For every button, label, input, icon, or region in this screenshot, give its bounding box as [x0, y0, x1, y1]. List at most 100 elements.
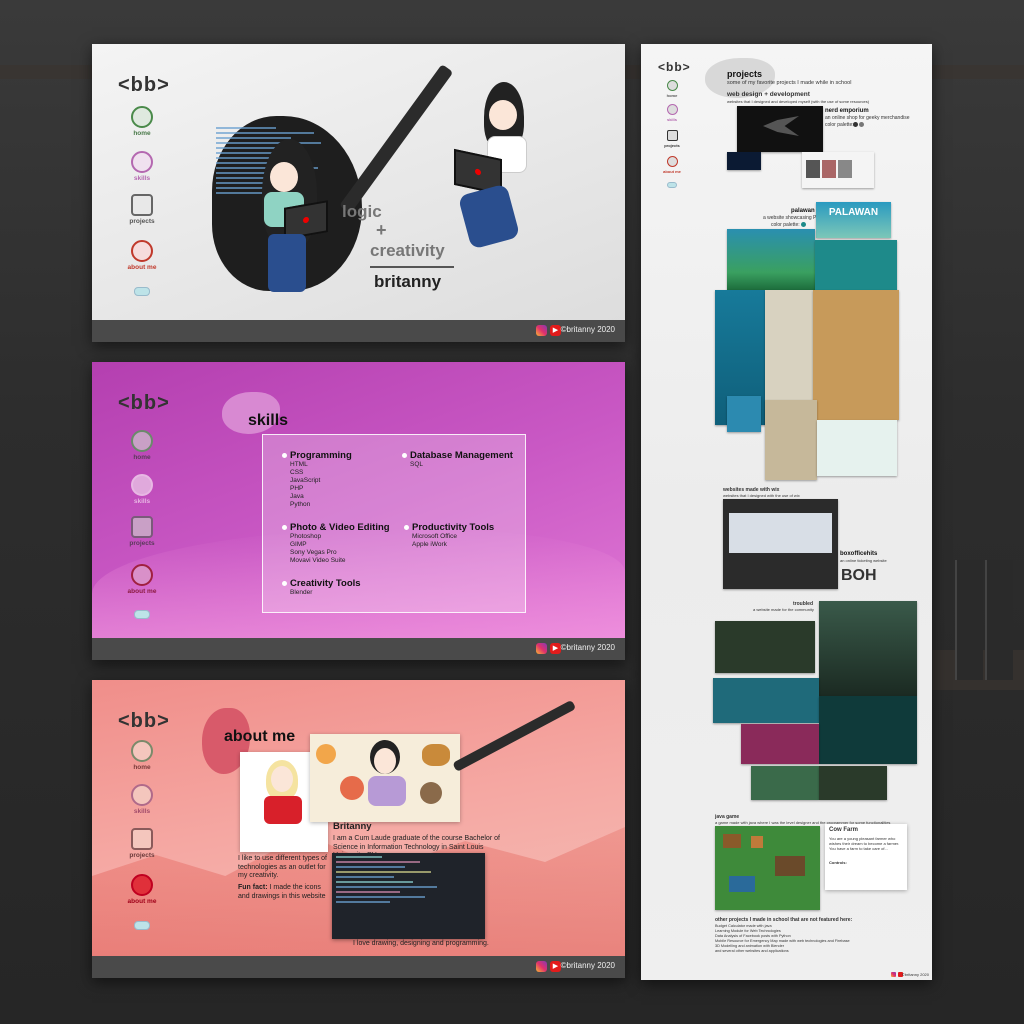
- nav-home[interactable]: home: [122, 430, 162, 461]
- doodle-girl-face: [374, 748, 396, 774]
- palawan-banner: PALAWAN: [816, 202, 891, 238]
- nav-projects[interactable]: projects: [122, 516, 162, 547]
- nav-skills-label: skills: [666, 117, 677, 122]
- fun-fact: Fun fact: I made the icons and drawings …: [238, 884, 330, 901]
- theme-toggle[interactable]: [134, 921, 150, 930]
- troubled-screenshot-6: [819, 766, 887, 800]
- nav-home[interactable]: home: [122, 106, 162, 137]
- skill-category-database: Database Management SQL: [402, 450, 513, 469]
- nav-about-label: about me: [127, 898, 157, 905]
- about-title: about me: [224, 728, 296, 745]
- nav-about[interactable]: about me: [122, 564, 162, 595]
- skills-title: skills: [248, 412, 289, 429]
- nav-home[interactable]: home: [661, 80, 683, 98]
- nav-about[interactable]: about me: [122, 240, 162, 271]
- youtube-icon[interactable]: ▶: [550, 643, 561, 654]
- nav-home-label: home: [133, 454, 151, 461]
- about-screen: <bb> home skills projects about me about…: [92, 680, 625, 978]
- logo[interactable]: <bb>: [118, 392, 170, 415]
- logo[interactable]: <bb>: [118, 710, 170, 733]
- skill-item: Blender: [290, 589, 313, 596]
- portrait-face: [271, 766, 293, 792]
- fun-fact-label: Fun fact:: [238, 884, 268, 891]
- theme-toggle[interactable]: [667, 182, 677, 188]
- troubled-forest-screenshot: [819, 601, 917, 696]
- copyright: ©britanny 2020: [901, 972, 929, 977]
- nav-skills[interactable]: skills: [122, 151, 162, 182]
- palawan-banner-text: PALAWAN: [828, 207, 879, 218]
- heart-icon: [666, 156, 678, 167]
- troubled-screenshot-3: [819, 696, 917, 764]
- skill-item: Sony Vegas Pro: [290, 549, 337, 556]
- home-icon: [131, 430, 153, 452]
- hero-name: britanny: [374, 272, 442, 291]
- theme-toggle[interactable]: [134, 610, 150, 619]
- nav-skills-label: skills: [133, 498, 151, 505]
- skill-category-title: Database Management: [402, 450, 513, 461]
- logo[interactable]: <bb>: [658, 60, 691, 74]
- logo[interactable]: <bb>: [118, 74, 170, 97]
- heart-icon: [131, 874, 153, 896]
- color-swatch: [853, 122, 858, 127]
- heart-icon: [131, 564, 153, 586]
- cow-farm-controls: Controls:: [829, 860, 847, 865]
- skill-item: Python: [290, 501, 311, 508]
- heart-icon: [131, 240, 153, 262]
- youtube-icon[interactable]: ▶: [550, 961, 561, 972]
- cow-farm-screenshot: [715, 826, 820, 910]
- nerd-emporium-screenshot: [737, 106, 823, 152]
- web-note: websites that I designed and developed m…: [727, 99, 870, 104]
- nav-skills[interactable]: skills: [122, 784, 162, 815]
- skill-item: JavaScript: [290, 477, 321, 484]
- instagram-icon[interactable]: [536, 643, 547, 654]
- troubled-screenshot-2: [713, 678, 819, 723]
- copyright: ©britanny 2020: [560, 643, 615, 652]
- theme-toggle[interactable]: [134, 287, 150, 296]
- instagram-icon[interactable]: [891, 972, 896, 977]
- briefcase-icon: [131, 516, 153, 538]
- palawan-title: palawan: [791, 208, 815, 214]
- nav-projects[interactable]: projects: [661, 130, 683, 148]
- skill-item: SQL: [410, 461, 424, 468]
- tagline-divider: [370, 266, 454, 268]
- nav-projects-label: projects: [129, 540, 155, 547]
- nav-about[interactable]: about me: [661, 156, 683, 174]
- background-binder: [955, 560, 983, 680]
- nav-home[interactable]: home: [122, 740, 162, 771]
- cow-farm-title: Cow Farm: [829, 827, 859, 833]
- nav-skills[interactable]: skills: [122, 474, 162, 505]
- troubled-screenshot-5: [751, 766, 819, 800]
- nav-skills-label: skills: [133, 175, 151, 182]
- nav-about[interactable]: about me: [122, 874, 162, 905]
- nerd-emporium-screenshot-2: [802, 152, 874, 188]
- code-screenshot: [332, 853, 485, 939]
- color-swatch: [801, 222, 806, 227]
- nav-projects[interactable]: projects: [122, 828, 162, 859]
- home-screen: <bb> home skills projects about me logic…: [92, 44, 625, 342]
- nav-about-label: about me: [127, 588, 157, 595]
- palawan-form-screenshot: [817, 420, 897, 476]
- nav-projects-label: projects: [129, 218, 155, 225]
- other-projects-list: Budget Calculator made with java Learnin…: [715, 924, 850, 954]
- skill-category-title: Photo & Video Editing: [282, 522, 390, 533]
- footer: ▶ ©britanny 2020: [92, 638, 625, 660]
- boxofficehits-screenshot: [723, 499, 838, 589]
- footer: ▶ ©britanny 2020: [92, 956, 625, 978]
- nav-skills[interactable]: skills: [661, 104, 683, 122]
- skill-item: Apple iWork: [412, 541, 447, 548]
- palette-icon: [131, 784, 153, 806]
- projects-title: projects: [727, 69, 763, 79]
- skill-item: CSS: [290, 469, 304, 476]
- web-heading: web design + development: [727, 91, 810, 98]
- cow-farm-card: Cow Farm You are a young pleasant farmer…: [825, 824, 907, 890]
- nav-projects[interactable]: projects: [122, 194, 162, 225]
- home-icon: [666, 80, 678, 91]
- other-projects-heading: other projects I made in school that are…: [715, 917, 853, 923]
- boxofficehits-desc: an online ticketing website: [840, 558, 887, 563]
- youtube-icon[interactable]: ▶: [550, 325, 561, 336]
- doodle-food: [316, 744, 336, 764]
- palawan-home-screenshot: [727, 229, 815, 291]
- instagram-icon[interactable]: [536, 325, 547, 336]
- nav-home-label: home: [133, 130, 151, 137]
- instagram-icon[interactable]: [536, 961, 547, 972]
